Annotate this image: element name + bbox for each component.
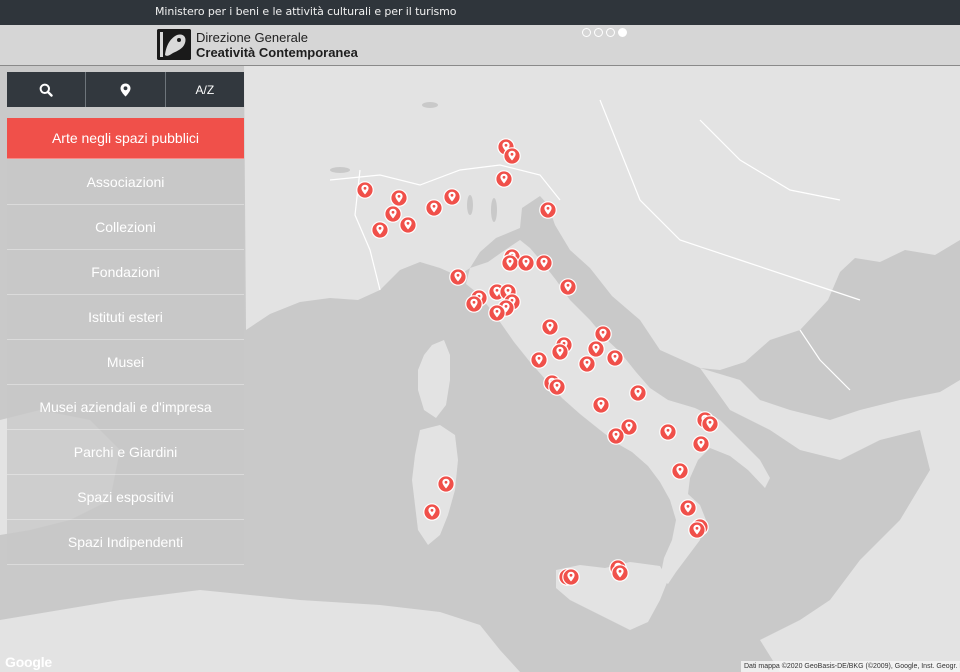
- category-musei[interactable]: Musei: [7, 340, 244, 385]
- map-marker-icon[interactable]: [659, 423, 677, 441]
- category-musei-aziendali[interactable]: Musei aziendali e d'impresa: [7, 385, 244, 430]
- map-marker-icon[interactable]: [443, 188, 461, 206]
- map-marker-icon[interactable]: [607, 427, 625, 445]
- slider-dots: [582, 28, 627, 37]
- map-marker-icon[interactable]: [551, 343, 569, 361]
- az-button[interactable]: A/Z: [165, 72, 244, 107]
- category-istituti-esteri[interactable]: Istituti esteri: [7, 295, 244, 340]
- map-marker-icon[interactable]: [535, 254, 553, 272]
- category-arte-spazi-pubblici[interactable]: Arte negli spazi pubblici: [7, 118, 244, 159]
- map-marker-icon[interactable]: [488, 304, 506, 322]
- map-marker-icon[interactable]: [578, 355, 596, 373]
- category-parchi-giardini[interactable]: Parchi e Giardini: [7, 430, 244, 475]
- map-marker-icon[interactable]: [399, 216, 417, 234]
- ministry-title[interactable]: Ministero per i beni e le attività cultu…: [155, 5, 457, 18]
- map-marker-icon[interactable]: [629, 384, 647, 402]
- map-marker-icon[interactable]: [548, 378, 566, 396]
- map-attribution[interactable]: Dati mappa ©2020 GeoBasis-DE/BKG (©2009)…: [741, 661, 960, 672]
- map-marker-icon[interactable]: [437, 475, 455, 493]
- map-marker-icon[interactable]: [671, 462, 689, 480]
- map-marker-icon[interactable]: [530, 351, 548, 369]
- category-fondazioni[interactable]: Fondazioni: [7, 250, 244, 295]
- slider-dot[interactable]: [594, 28, 603, 37]
- category-spazi-indipendenti[interactable]: Spazi Indipendenti: [7, 520, 244, 565]
- category-menu: Arte negli spazi pubblici Associazioni C…: [7, 118, 244, 565]
- map-marker-icon[interactable]: [495, 170, 513, 188]
- mibact-logo-icon[interactable]: [157, 29, 191, 60]
- slider-dot[interactable]: [606, 28, 615, 37]
- logo-title-line2[interactable]: Creatività Contemporanea: [196, 45, 358, 60]
- search-button[interactable]: [7, 72, 87, 107]
- map-marker-icon[interactable]: [562, 568, 580, 586]
- map-marker-icon[interactable]: [425, 199, 443, 217]
- map-marker-icon[interactable]: [449, 268, 467, 286]
- map-marker-icon[interactable]: [611, 564, 629, 582]
- map-marker-icon[interactable]: [503, 147, 521, 165]
- map-marker-icon[interactable]: [541, 318, 559, 336]
- map-marker-icon[interactable]: [559, 278, 577, 296]
- map-marker-icon[interactable]: [517, 254, 535, 272]
- map-marker-icon[interactable]: [679, 499, 697, 517]
- map-marker-icon[interactable]: [423, 503, 441, 521]
- map-marker-icon[interactable]: [701, 415, 719, 433]
- map-marker-icon[interactable]: [606, 349, 624, 367]
- map-marker-icon[interactable]: [371, 221, 389, 239]
- site-header: Direzione Generale Creatività Contempora…: [0, 25, 960, 66]
- location-button[interactable]: [86, 72, 166, 107]
- category-collezioni[interactable]: Collezioni: [7, 205, 244, 250]
- slider-dot-active[interactable]: [618, 28, 627, 37]
- top-bar: Ministero per i beni e le attività cultu…: [0, 0, 960, 25]
- category-associazioni[interactable]: Associazioni: [7, 160, 244, 205]
- search-icon: [39, 83, 53, 97]
- map-marker-icon[interactable]: [539, 201, 557, 219]
- category-spazi-espositivi[interactable]: Spazi espositivi: [7, 475, 244, 520]
- google-logo[interactable]: Google: [5, 654, 52, 670]
- map-toolbar: A/Z: [7, 72, 244, 107]
- map-pin-icon: [120, 83, 131, 96]
- map-marker-icon[interactable]: [592, 396, 610, 414]
- map-marker-icon[interactable]: [692, 435, 710, 453]
- slider-dot[interactable]: [582, 28, 591, 37]
- map-marker-icon[interactable]: [688, 521, 706, 539]
- logo-title-line1[interactable]: Direzione Generale: [196, 30, 308, 45]
- map-marker-icon[interactable]: [356, 181, 374, 199]
- map-marker-icon[interactable]: [465, 295, 483, 313]
